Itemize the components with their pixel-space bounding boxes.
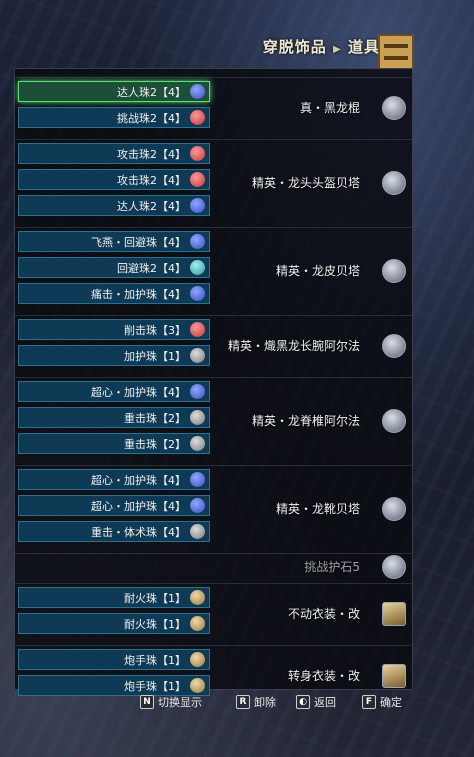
- decoration-icon: [190, 384, 205, 399]
- decoration-label: 重击珠【2】: [124, 411, 186, 425]
- decoration-label: 削击珠【3】: [124, 323, 186, 337]
- gear-name: 真・黑龙棍: [299, 101, 360, 115]
- gear-name: 精英・熾黑龙长腕阿尔法: [227, 339, 360, 353]
- decoration-label: 重击珠【2】: [124, 437, 186, 451]
- page-title: 穿脱饰品 ▶ 道具箱: [263, 36, 396, 57]
- decoration-label: 挑战珠2【4】: [117, 111, 186, 125]
- mantle-icon: [382, 602, 406, 626]
- decoration-slot[interactable]: 挑战珠2【4】: [18, 107, 210, 128]
- title-separator-icon: ▶: [333, 44, 342, 55]
- decoration-label: 超心・加护珠【4】: [91, 499, 186, 513]
- decoration-label: 回避珠2【4】: [117, 261, 186, 275]
- decoration-label: 达人珠2【4】: [117, 199, 186, 213]
- decoration-slot[interactable]: 削击珠【3】: [18, 319, 210, 340]
- decoration-icon: [190, 678, 205, 693]
- decoration-slot[interactable]: 攻击珠2【4】: [18, 143, 210, 164]
- decoration-icon: [190, 260, 205, 275]
- decoration-slot[interactable]: 攻击珠2【4】: [18, 169, 210, 190]
- decoration-icon: [190, 410, 205, 425]
- decoration-icon: [190, 322, 205, 337]
- back-hint[interactable]: ◐ 返回: [296, 694, 336, 710]
- decoration-icon: [190, 590, 205, 605]
- decoration-slot[interactable]: 达人珠2【4】: [18, 81, 210, 102]
- decoration-slot[interactable]: 超心・加护珠【4】: [18, 495, 210, 516]
- toggle-display-hint[interactable]: N 切换显示: [140, 694, 202, 710]
- decoration-icon: [190, 146, 205, 161]
- decoration-slot[interactable]: 重击・体术珠【4】: [18, 521, 210, 542]
- decoration-label: 攻击珠2【4】: [117, 173, 186, 187]
- confirm-key-icon: F: [362, 695, 376, 709]
- decoration-label: 炮手珠【1】: [124, 653, 186, 667]
- decoration-icon: [190, 234, 205, 249]
- decoration-slot[interactable]: 耐火珠【1】: [18, 613, 210, 634]
- item-box-icon: [378, 34, 414, 70]
- gear-name: 精英・龙脊椎阿尔法: [251, 414, 360, 428]
- toggle-label: 切换显示: [158, 696, 202, 709]
- gear-name: 挑战护石5: [304, 560, 360, 574]
- waist-icon: [382, 409, 406, 433]
- back-label: 返回: [314, 696, 336, 709]
- gear-name: 不动衣装・改: [287, 607, 360, 621]
- decoration-slot[interactable]: 回避珠2【4】: [18, 257, 210, 278]
- decoration-slot[interactable]: 耐火珠【1】: [18, 587, 210, 608]
- decoration-label: 耐火珠【1】: [124, 591, 186, 605]
- decoration-label: 痛击・加护珠【4】: [91, 287, 186, 301]
- decoration-slot[interactable]: 超心・加护珠【4】: [18, 381, 210, 402]
- gear-name: 精英・龙皮贝塔: [275, 264, 360, 278]
- helmet-icon: [382, 171, 406, 195]
- charm-icon: [382, 555, 406, 579]
- decoration-icon: [190, 84, 205, 99]
- decoration-icon: [190, 498, 205, 513]
- decoration-icon: [190, 652, 205, 667]
- decoration-label: 超心・加护珠【4】: [91, 385, 186, 399]
- decoration-icon: [190, 110, 205, 125]
- decoration-slot[interactable]: 痛击・加护珠【4】: [18, 283, 210, 304]
- decoration-slot[interactable]: 重击珠【2】: [18, 433, 210, 454]
- mouse-icon: ◐: [296, 695, 310, 709]
- chest-icon: [382, 259, 406, 283]
- leg-icon: [382, 497, 406, 521]
- decoration-label: 达人珠2【4】: [117, 85, 186, 99]
- decoration-label: 超心・加护珠【4】: [91, 473, 186, 487]
- decoration-icon: [190, 348, 205, 363]
- confirm-hint[interactable]: F 确定: [362, 694, 402, 710]
- decoration-label: 飞燕・回避珠【4】: [91, 235, 186, 249]
- confirm-label: 确定: [380, 696, 402, 709]
- decoration-icon: [190, 198, 205, 213]
- remove-label: 卸除: [254, 696, 276, 709]
- decoration-icon: [190, 172, 205, 187]
- decoration-icon: [190, 436, 205, 451]
- arm-icon: [382, 334, 406, 358]
- decoration-icon: [190, 616, 205, 631]
- decoration-label: 重击・体术珠【4】: [91, 525, 186, 539]
- equipment-panel: 达人珠2【4】 挑战珠2【4】 真・黑龙棍攻击珠2【4】 攻击珠2【4】 达人珠2【4】…: [14, 68, 413, 696]
- decoration-label: 加护珠【1】: [124, 349, 186, 363]
- remove-hint[interactable]: R 卸除: [236, 694, 276, 710]
- decoration-label: 炮手珠【1】: [124, 679, 186, 693]
- toggle-key-icon: N: [140, 695, 154, 709]
- decoration-slot[interactable]: 炮手珠【1】: [18, 649, 210, 670]
- footer-hints: F 确定 ◐ 返回 R 卸除 N 切换显示: [0, 694, 474, 714]
- decoration-slot[interactable]: 加护珠【1】: [18, 345, 210, 366]
- gear-name: 精英・龙靴贝塔: [275, 502, 360, 516]
- decoration-icon: [190, 524, 205, 539]
- decoration-slot[interactable]: 飞燕・回避珠【4】: [18, 231, 210, 252]
- title-left: 穿脱饰品: [262, 38, 327, 56]
- mantle-icon: [382, 664, 406, 688]
- decoration-icon: [190, 472, 205, 487]
- title-bar: 穿脱饰品 ▶ 道具箱: [0, 30, 474, 70]
- decoration-slot[interactable]: 炮手珠【1】: [18, 675, 210, 696]
- remove-key-icon: R: [236, 695, 250, 709]
- weapon-icon: [382, 96, 406, 120]
- gear-name: 转身衣装・改: [287, 669, 360, 683]
- gear-name: 精英・龙头头盔贝塔: [251, 176, 360, 190]
- decoration-label: 攻击珠2【4】: [117, 147, 186, 161]
- decoration-label: 耐火珠【1】: [124, 617, 186, 631]
- decoration-slot[interactable]: 达人珠2【4】: [18, 195, 210, 216]
- decoration-slot[interactable]: 重击珠【2】: [18, 407, 210, 428]
- decoration-icon: [190, 286, 205, 301]
- decoration-slot[interactable]: 超心・加护珠【4】: [18, 469, 210, 490]
